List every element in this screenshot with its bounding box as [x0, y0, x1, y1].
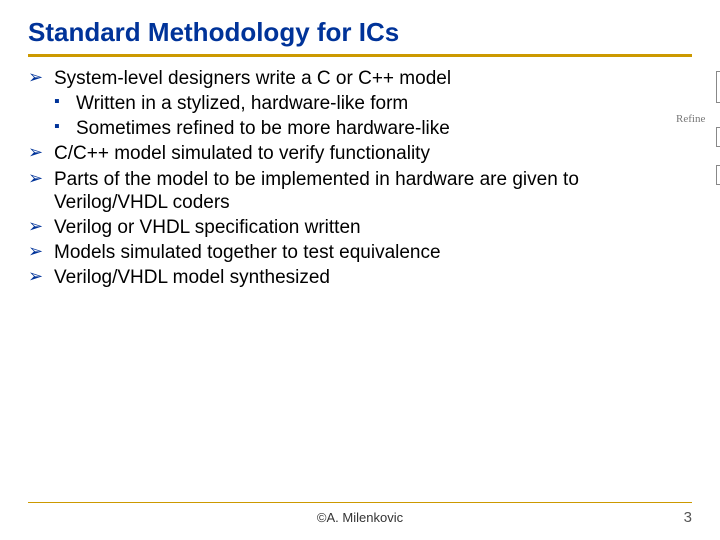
box-results: Results: [716, 165, 720, 185]
bullet-1a: Written in a stylized, hardware-like for…: [54, 92, 668, 115]
body-row: System-level designers write a C or C++ …: [28, 67, 692, 292]
footer-author: ©A. Milenkovic: [48, 510, 672, 525]
bullet-1-text: System-level designers write a C or C++ …: [54, 68, 451, 89]
footer-author-text: A. Milenkovic: [327, 510, 404, 525]
title-underline: [28, 54, 692, 57]
footer-rule: [28, 502, 692, 503]
bullet-1b: Sometimes refined to be more hardware-li…: [54, 117, 668, 140]
bullet-6: Verilog/VHDL model synthesized: [28, 266, 668, 289]
box-analysis: Analysis: [716, 127, 720, 147]
slide: Standard Methodology for ICs System-leve…: [0, 0, 720, 540]
bullet-1-sublist: Written in a stylized, hardware-like for…: [54, 92, 668, 140]
bullet-4: Verilog or VHDL specification written: [28, 216, 668, 239]
label-refine: Refine: [676, 107, 716, 125]
slide-title: Standard Methodology for ICs: [28, 18, 692, 48]
box-system-model: C/C++ System Level Model: [716, 71, 720, 103]
page-number: 3: [672, 509, 692, 526]
bullet-2: C/C++ model simulated to verify function…: [28, 142, 668, 165]
bullet-5: Models simulated together to test equiva…: [28, 241, 668, 264]
bullet-3: Parts of the model to be implemented in …: [28, 168, 668, 214]
copyright-icon: ©: [317, 510, 327, 525]
footer-line: ©A. Milenkovic 3: [28, 509, 692, 526]
footer: ©A. Milenkovic 3: [28, 502, 692, 526]
flow-diagram: C/C++ System Level Model Manual Conversi…: [676, 71, 720, 261]
bullet-list: System-level designers write a C or C++ …: [28, 67, 668, 290]
bullet-1: System-level designers write a C or C++ …: [28, 67, 668, 141]
left-column: System-level designers write a C or C++ …: [28, 67, 668, 292]
right-column: C/C++ System Level Model Manual Conversi…: [676, 67, 720, 292]
